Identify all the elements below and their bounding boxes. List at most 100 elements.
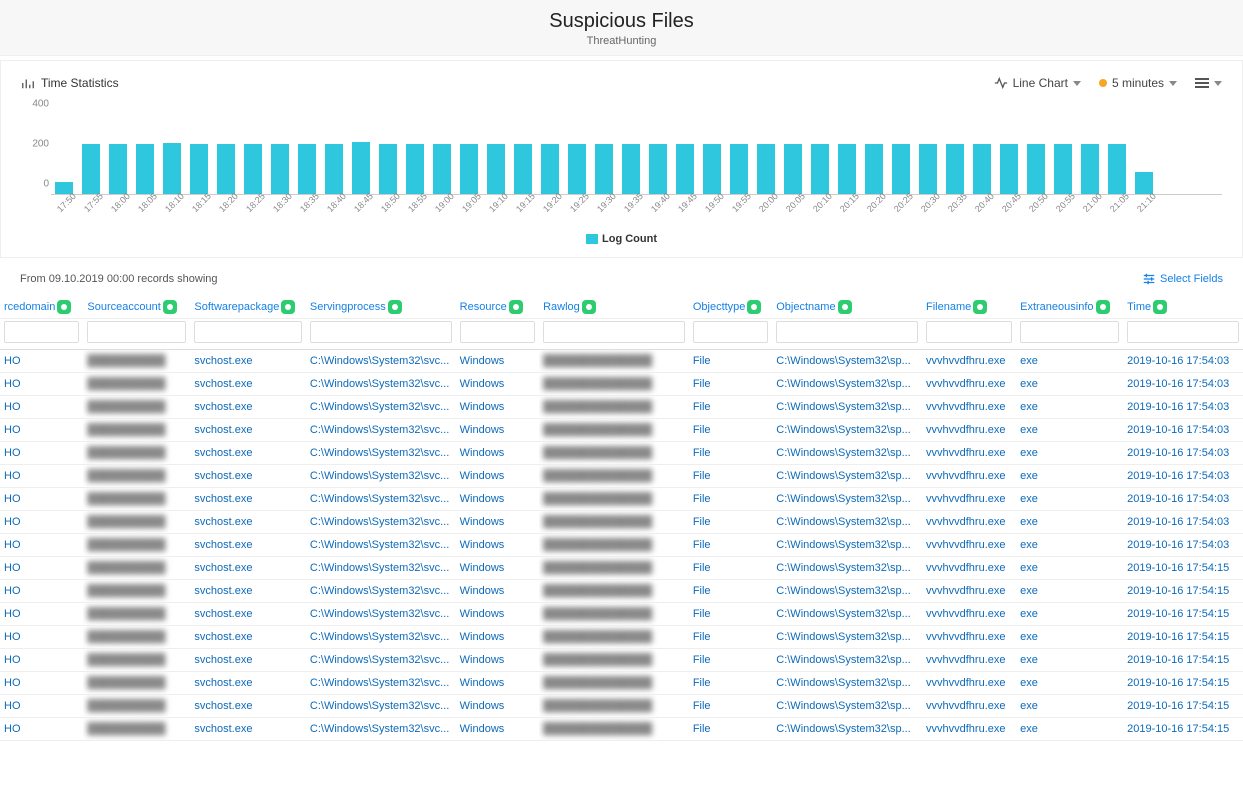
- table-row[interactable]: HO██████████svchost.exeC:\Windows\System…: [0, 672, 1243, 695]
- results-table: rcedomainSourceaccount Softwarepackage Ser…: [0, 292, 1243, 741]
- table-row[interactable]: HO██████████svchost.exeC:\Windows\System…: [0, 442, 1243, 465]
- col-header-rawlog[interactable]: Rawlog: [539, 292, 689, 319]
- table-row[interactable]: HO██████████svchost.exeC:\Windows\System…: [0, 511, 1243, 534]
- col-label: Softwarepackage: [194, 301, 279, 313]
- chart-type-selector[interactable]: Line Chart: [994, 76, 1081, 90]
- chart-bar[interactable]: [271, 144, 289, 194]
- table-row[interactable]: HO██████████svchost.exeC:\Windows\System…: [0, 649, 1243, 672]
- cell-rawlog: ██████████████: [539, 557, 689, 580]
- chart-bar[interactable]: [109, 144, 127, 194]
- chart-bar[interactable]: [865, 144, 883, 194]
- table-row[interactable]: HO██████████svchost.exeC:\Windows\System…: [0, 626, 1243, 649]
- chart-bar[interactable]: [514, 144, 532, 194]
- table-row[interactable]: HO██████████svchost.exeC:\Windows\System…: [0, 603, 1243, 626]
- chart-bar[interactable]: [730, 144, 748, 194]
- table-row[interactable]: HO██████████svchost.exeC:\Windows\System…: [0, 580, 1243, 603]
- chart-bar[interactable]: [1000, 144, 1018, 194]
- chart-bar[interactable]: [1054, 144, 1072, 194]
- chart-bar[interactable]: [595, 144, 613, 194]
- cell-time: 2019-10-16 17:54:15: [1123, 557, 1243, 580]
- cell-filename: vvvhvvdfhru.exe: [922, 695, 1016, 718]
- chart-bar[interactable]: [325, 144, 343, 194]
- table-row[interactable]: HO██████████svchost.exeC:\Windows\System…: [0, 373, 1243, 396]
- table-row[interactable]: HO██████████svchost.exeC:\Windows\System…: [0, 488, 1243, 511]
- col-header-objecttype[interactable]: Objecttype: [689, 292, 772, 319]
- filter-input-objectname[interactable]: [776, 321, 918, 343]
- cell-rcedomain: HO: [0, 419, 83, 442]
- chart-bar[interactable]: [136, 144, 154, 194]
- chart-bar[interactable]: [784, 144, 802, 194]
- table-row[interactable]: HO██████████svchost.exeC:\Windows\System…: [0, 557, 1243, 580]
- filter-input-extraneousinfo[interactable]: [1020, 321, 1119, 343]
- cell-rcedomain: HO: [0, 396, 83, 419]
- chart-bar[interactable]: [676, 144, 694, 194]
- table-row[interactable]: HO██████████svchost.exeC:\Windows\System…: [0, 534, 1243, 557]
- chart-bar[interactable]: [649, 144, 667, 194]
- chart-bar[interactable]: [217, 144, 235, 194]
- table-row[interactable]: HO██████████svchost.exeC:\Windows\System…: [0, 396, 1243, 419]
- col-header-time[interactable]: Time: [1123, 292, 1243, 319]
- chart-bar[interactable]: [811, 144, 829, 194]
- cell-resource: Windows: [456, 718, 539, 741]
- cell-filename: vvvhvvdfhru.exe: [922, 373, 1016, 396]
- x-tick: 20:40: [973, 194, 993, 214]
- table-row[interactable]: HO██████████svchost.exeC:\Windows\System…: [0, 465, 1243, 488]
- chart-bar[interactable]: [541, 144, 559, 194]
- chart-bar[interactable]: [163, 143, 181, 194]
- col-header-sourceaccount[interactable]: Sourceaccount: [83, 292, 190, 319]
- filter-input-rcedomain[interactable]: [4, 321, 79, 343]
- filter-input-resource[interactable]: [460, 321, 535, 343]
- chart-bar[interactable]: [379, 144, 397, 194]
- chart-menu-button[interactable]: [1195, 78, 1222, 88]
- col-header-resource[interactable]: Resource: [456, 292, 539, 319]
- col-header-servingprocess[interactable]: Servingprocess: [306, 292, 456, 319]
- chart-bar[interactable]: [568, 144, 586, 194]
- chart-bar[interactable]: [1027, 144, 1045, 194]
- filter-input-filename[interactable]: [926, 321, 1012, 343]
- filter-input-servingprocess[interactable]: [310, 321, 452, 343]
- status-dot-icon: [1099, 79, 1107, 87]
- page-title: Suspicious Files: [0, 10, 1243, 33]
- cell-objecttype: File: [689, 396, 772, 419]
- chart-bar[interactable]: [352, 142, 370, 194]
- chart-bar[interactable]: [946, 144, 964, 194]
- table-row[interactable]: HO██████████svchost.exeC:\Windows\System…: [0, 718, 1243, 741]
- col-header-rcedomain[interactable]: rcedomain: [0, 292, 83, 319]
- chart-bar[interactable]: [838, 144, 856, 194]
- interval-selector[interactable]: 5 minutes: [1099, 76, 1177, 90]
- chart-bar[interactable]: [190, 144, 208, 194]
- chart-bar[interactable]: [433, 144, 451, 194]
- chart-bar[interactable]: [757, 144, 775, 194]
- filter-input-sourceaccount[interactable]: [87, 321, 186, 343]
- chart-bar[interactable]: [298, 144, 316, 194]
- chart-bar[interactable]: [460, 144, 478, 194]
- cell-extraneousinfo: exe: [1016, 695, 1123, 718]
- chart-bar[interactable]: [406, 144, 424, 194]
- select-fields-button[interactable]: Select Fields: [1142, 272, 1223, 286]
- cell-filename: vvvhvvdfhru.exe: [922, 534, 1016, 557]
- chart-bar[interactable]: [703, 144, 721, 194]
- chart-bar[interactable]: [487, 144, 505, 194]
- chart-bar[interactable]: [892, 144, 910, 194]
- filter-input-softwarepackage[interactable]: [194, 321, 302, 343]
- cell-servingprocess: C:\Windows\System32\svc...: [306, 511, 456, 534]
- chart-bar[interactable]: [973, 144, 991, 194]
- col-header-extraneousinfo[interactable]: Extraneousinfo: [1016, 292, 1123, 319]
- col-header-softwarepackage[interactable]: Softwarepackage: [190, 292, 306, 319]
- chart-bar[interactable]: [919, 144, 937, 194]
- table-row[interactable]: HO██████████svchost.exeC:\Windows\System…: [0, 350, 1243, 373]
- table-row[interactable]: HO██████████svchost.exeC:\Windows\System…: [0, 695, 1243, 718]
- page-header: Suspicious Files ThreatHunting: [0, 0, 1243, 56]
- chart-bar[interactable]: [244, 144, 262, 194]
- chart-bar[interactable]: [1108, 144, 1126, 194]
- chart-bar[interactable]: [1081, 144, 1099, 194]
- chart-bar[interactable]: [622, 144, 640, 194]
- filter-input-rawlog[interactable]: [543, 321, 685, 343]
- filter-input-objecttype[interactable]: [693, 321, 768, 343]
- table-row[interactable]: HO██████████svchost.exeC:\Windows\System…: [0, 419, 1243, 442]
- chart-bar[interactable]: [82, 144, 100, 194]
- col-header-objectname[interactable]: Objectname: [772, 292, 922, 319]
- col-header-filename[interactable]: Filename: [922, 292, 1016, 319]
- cell-rawlog: ██████████████: [539, 649, 689, 672]
- filter-input-time[interactable]: [1127, 321, 1239, 343]
